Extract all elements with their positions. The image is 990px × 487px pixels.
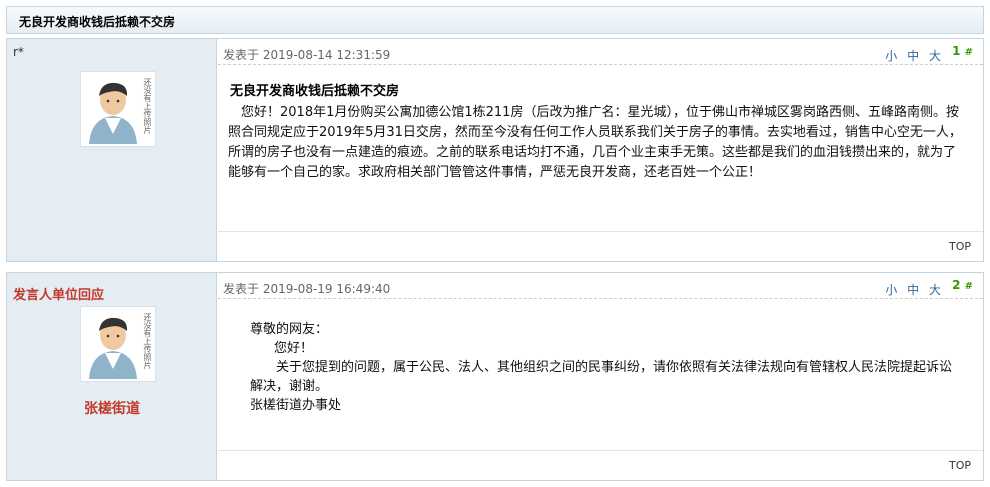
back-to-top-link[interactable]: TOP — [949, 459, 971, 472]
font-medium-link[interactable]: 中 — [907, 49, 921, 63]
font-large-link[interactable]: 大 — [929, 49, 943, 63]
post-body: 您好！2018年1月份购买公寓加德公馆1栋211房（后改为推广名：星光城），位于… — [228, 105, 962, 180]
reply-text: 关于您提到的问题，属于公民、法人、其他组织之间的民事纠纷，请你依照有关法律法规向… — [250, 360, 953, 394]
font-small-link[interactable]: 小 — [885, 283, 899, 297]
floor-number[interactable]: 1 # — [952, 44, 973, 58]
back-to-top-link[interactable]: TOP — [949, 240, 971, 253]
avatar-caption: 还没有上传照片 — [143, 313, 152, 369]
floor-number[interactable]: 2 # — [952, 278, 973, 292]
font-large-link[interactable]: 大 — [929, 283, 943, 297]
post-footer: TOP — [218, 231, 983, 261]
post-1: r* 还没有上传照片 发表于 2019-08-14 12:31:59 小 中 大… — [6, 38, 984, 262]
font-small-link[interactable]: 小 — [885, 49, 899, 63]
post-subject: 无良开发商收钱后抵赖不交房 — [230, 84, 400, 99]
font-size-switch: 小 中 大 — [883, 47, 943, 64]
avatar[interactable]: 还没有上传照片 — [80, 306, 156, 382]
font-medium-link[interactable]: 中 — [907, 283, 921, 297]
avatar[interactable]: 还没有上传照片 — [80, 71, 156, 147]
post-content: 发表于 2019-08-14 12:31:59 小 中 大 1 # 无良开发商收… — [218, 39, 983, 261]
avatar-caption: 还没有上传照片 — [143, 78, 152, 134]
post-meta: 发表于 2019-08-14 12:31:59 小 中 大 1 # — [218, 39, 983, 65]
org-name[interactable]: 张槎街道 — [7, 398, 217, 418]
post-time: 发表于 2019-08-19 16:49:40 — [223, 282, 391, 296]
reply-signature: 张槎街道办事处 — [250, 398, 342, 413]
author-sidebar: r* 还没有上传照片 — [7, 39, 217, 261]
post-content: 发表于 2019-08-19 16:49:40 小 中 大 2 # 尊敬的网友：… — [218, 273, 983, 480]
reply-salutation: 您好！ — [274, 341, 314, 356]
default-user-icon — [89, 317, 137, 379]
reply-body: 尊敬的网友： 您好！ 关于您提到的问题，属于公民、法人、其他组织之间的民事纠纷，… — [250, 320, 963, 415]
reply-greeting: 尊敬的网友： — [250, 322, 329, 337]
author-sidebar: 发言人单位回应 还没有上传照片 张槎街道 — [7, 273, 217, 480]
post-time: 发表于 2019-08-14 12:31:59 — [223, 48, 391, 62]
thread-title: 无良开发商收钱后抵赖不交房 — [19, 15, 176, 29]
default-user-icon — [89, 82, 137, 144]
post-meta: 发表于 2019-08-19 16:49:40 小 中 大 2 # — [218, 273, 983, 299]
font-size-switch: 小 中 大 — [883, 281, 943, 298]
post-2: 发言人单位回应 还没有上传照片 张槎街道 发表于 2019-08-19 16:4… — [6, 272, 984, 481]
author-name[interactable]: r* — [13, 45, 24, 59]
author-name[interactable]: 发言人单位回应 — [13, 284, 104, 303]
thread-header: 无良开发商收钱后抵赖不交房 — [6, 6, 984, 34]
post-footer: TOP — [218, 450, 983, 480]
